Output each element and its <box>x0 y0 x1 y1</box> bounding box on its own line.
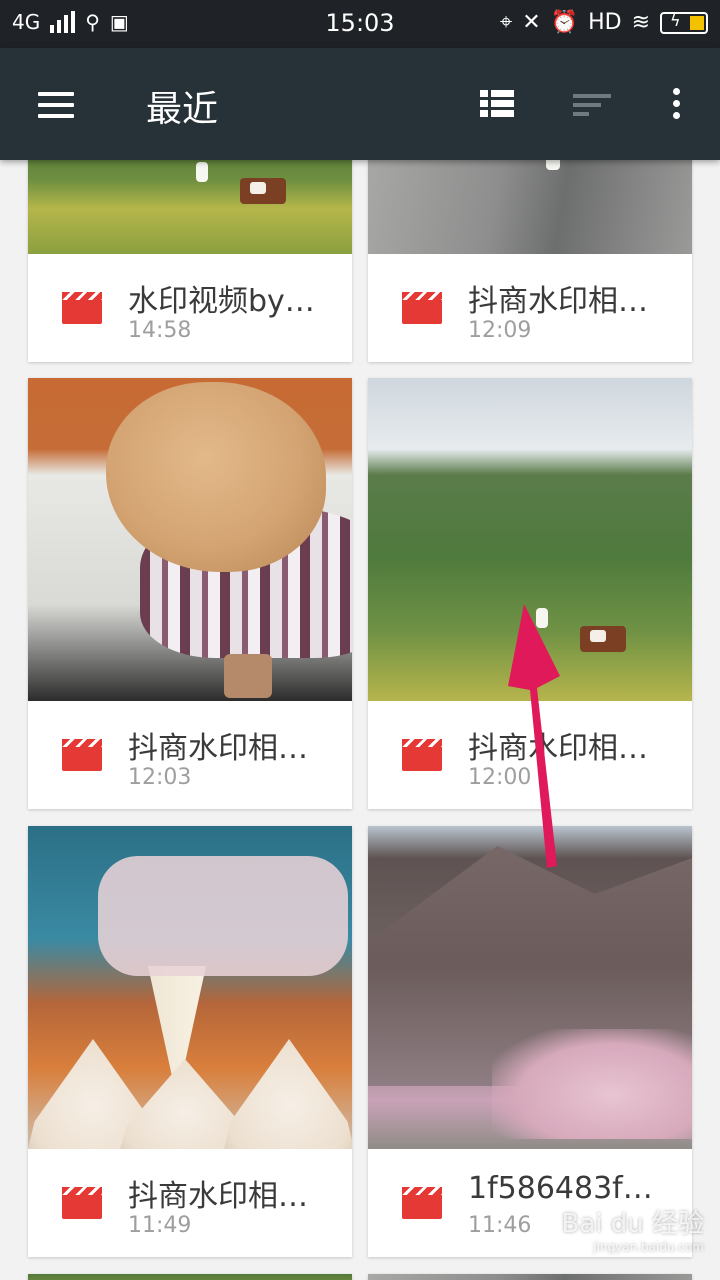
page-title: 最近 <box>146 89 219 130</box>
file-card[interactable]: 1f586483f… 11:46 <box>368 826 692 1257</box>
file-name: 1f586483f… <box>468 1171 653 1206</box>
file-name: 抖商水印相… <box>128 731 308 766</box>
menu-icon[interactable] <box>38 92 74 118</box>
file-grid: 水印视频by… 14:58 抖商水印相… 12:09 抖商水印相… 12:03 <box>0 160 720 1280</box>
app-bar: 最近 <box>0 48 720 160</box>
wifi-icon: ≋ <box>631 10 650 35</box>
hd-label: HD <box>588 10 622 35</box>
file-card[interactable]: 水印视频by… 14:58 <box>28 160 352 362</box>
list-view-icon[interactable] <box>480 90 514 120</box>
file-card[interactable]: 抖商水印相… 12:09 <box>368 160 692 362</box>
video-thumbnail <box>368 160 692 254</box>
status-bar: 4G ⚲ ▣ 15:03 ⌖ ✕ ⏰ HD ≋ ϟ <box>0 0 720 48</box>
file-card[interactable]: 抖商水印相… 11:49 <box>28 826 352 1257</box>
video-thumbnail <box>28 826 352 1149</box>
location-icon: ⌖ <box>499 10 513 35</box>
more-options-icon[interactable] <box>670 88 682 122</box>
mute-icon: ✕ <box>522 10 541 35</box>
watermark-logo: Bai du 经验 jingyan.baidu.com <box>561 1209 704 1254</box>
file-card[interactable]: 抖商水印相… 12:00 <box>368 378 692 809</box>
video-thumbnail <box>28 160 352 254</box>
file-name: 抖商水印相… <box>468 284 648 319</box>
file-time: 12:03 <box>128 765 192 790</box>
video-thumbnail <box>28 378 352 701</box>
file-time: 12:09 <box>468 318 532 343</box>
file-time: 11:46 <box>468 1213 532 1238</box>
battery-icon: ϟ <box>660 11 708 34</box>
file-card[interactable] <box>368 1274 692 1280</box>
file-card[interactable] <box>28 1274 352 1280</box>
video-file-icon <box>62 1187 102 1219</box>
video-file-icon <box>402 292 442 324</box>
video-file-icon <box>62 739 102 771</box>
file-name: 水印视频by… <box>128 284 315 319</box>
video-thumbnail <box>368 826 692 1149</box>
file-time: 11:49 <box>128 1213 192 1238</box>
video-thumbnail <box>368 378 692 701</box>
file-time: 14:58 <box>128 318 192 343</box>
file-time: 12:00 <box>468 765 532 790</box>
file-card[interactable]: 抖商水印相… 12:03 <box>28 378 352 809</box>
file-name: 抖商水印相… <box>468 731 648 766</box>
file-name: 抖商水印相… <box>128 1179 308 1214</box>
sort-icon[interactable] <box>573 94 611 118</box>
video-file-icon <box>402 1187 442 1219</box>
video-file-icon <box>62 292 102 324</box>
video-file-icon <box>402 739 442 771</box>
alarm-icon: ⏰ <box>550 10 579 35</box>
